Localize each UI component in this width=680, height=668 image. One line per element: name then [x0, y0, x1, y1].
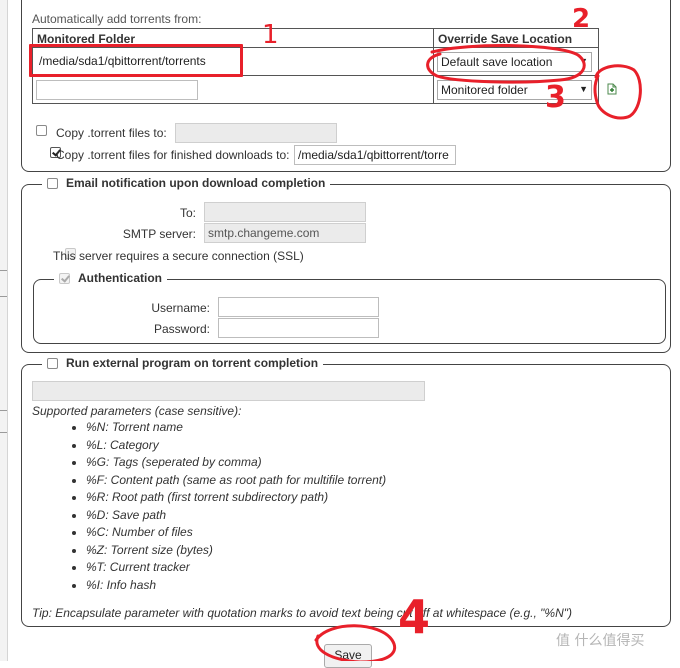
- annotation-number-2: 2: [572, 4, 591, 34]
- annotation-circle-3: [593, 64, 642, 120]
- annotation-strokes: [314, 44, 642, 661]
- annotation-number-3: 3: [545, 80, 566, 115]
- annotation-number-4: 4: [398, 590, 431, 644]
- annotation-circle-4: [314, 624, 397, 661]
- watermark: 值 什么值得买: [556, 633, 645, 649]
- annotation-circle-2: [426, 44, 586, 84]
